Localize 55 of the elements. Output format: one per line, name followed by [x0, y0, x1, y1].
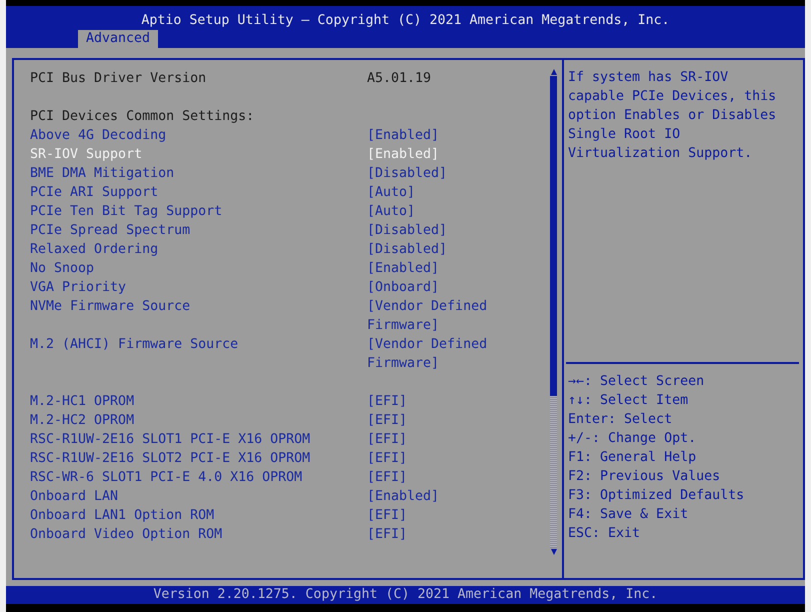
setting-label[interactable]: PCIe Ten Bit Tag Support — [30, 202, 367, 221]
key-hint: F4: Save & Exit — [568, 506, 690, 524]
key-hint: →←: Select Screen — [568, 373, 706, 391]
setting-value[interactable]: [Disabled] — [367, 221, 493, 240]
setting-label[interactable]: Onboard LAN — [30, 487, 367, 506]
setting-label[interactable]: PCIe Spread Spectrum — [30, 221, 367, 240]
version-footer: Version 2.20.1275. Copyright (C) 2021 American Megatrends, Inc. — [6, 586, 805, 612]
setting-label[interactable]: VGA Priority — [30, 278, 367, 297]
key-hint: ESC: Exit — [568, 525, 642, 543]
setting-value[interactable]: [EFI] — [367, 525, 493, 544]
setting-value[interactable]: [Vendor Defined Firmware] — [367, 297, 493, 335]
setting-label[interactable]: M.2-HC1 OPROM — [30, 392, 367, 411]
setting-value[interactable]: [EFI] — [367, 468, 493, 487]
key-hint: F2: Previous Values — [568, 468, 722, 486]
key-hint: +/-: Change Opt. — [568, 430, 698, 448]
setting-label[interactable]: Onboard Video Option ROM — [30, 525, 367, 544]
setting-label[interactable]: Onboard LAN1 Option ROM — [30, 506, 367, 525]
setting-label[interactable]: Relaxed Ordering — [30, 240, 367, 259]
setting-value[interactable]: [Disabled] — [367, 240, 493, 259]
key-hint: F1: General Help — [568, 449, 698, 467]
setting-value[interactable]: [EFI] — [367, 392, 493, 411]
help-text: If system has SR-IOV capable PCIe Devices, this option Enables or Disables Single Root IO Virtualization Support. — [568, 69, 778, 163]
menu-tab[interactable]: Advanced — [78, 30, 158, 48]
setting-label[interactable]: No Snoop — [30, 259, 367, 278]
setting-label[interactable]: SR-IOV Support — [30, 145, 367, 164]
key-hint: Enter: Select — [568, 411, 674, 429]
setting-label[interactable]: RSC-WR-6 SLOT1 PCI-E 4.0 X16 OPROM — [30, 468, 367, 487]
key-hint: ↑↓: Select Item — [568, 392, 690, 410]
info-value: A5.01.19 — [367, 70, 432, 88]
setting-value[interactable]: [EFI] — [367, 449, 493, 468]
section-heading: PCI Devices Common Settings: — [30, 108, 256, 126]
setting-value[interactable]: [Onboard] — [367, 278, 493, 297]
setting-label[interactable]: PCIe ARI Support — [30, 183, 367, 202]
setting-label[interactable]: RSC-R1UW-2E16 SLOT1 PCI-E X16 OPROM — [30, 430, 367, 449]
info-label: PCI Bus Driver Version — [30, 70, 208, 88]
setting-value[interactable]: [Enabled] — [367, 487, 493, 506]
window-title: Aptio Setup Utility – Copyright (C) 2021 American Megatrends, Inc. — [141, 12, 670, 30]
setting-label[interactable]: RSC-R1UW-2E16 SLOT2 PCI-E X16 OPROM — [30, 449, 367, 468]
key-hint: F3: Optimized Defaults — [568, 487, 746, 505]
setting-value[interactable]: [Disabled] — [367, 164, 493, 183]
setting-value[interactable]: [EFI] — [367, 506, 493, 525]
setting-value[interactable]: [Auto] — [367, 183, 493, 202]
setting-value[interactable]: [Enabled] — [367, 259, 493, 278]
setting-value[interactable]: [Vendor Defined Firmware] — [367, 335, 493, 373]
setting-label[interactable]: M.2-HC2 OPROM — [30, 411, 367, 430]
setting-value[interactable]: [Enabled] — [367, 145, 493, 164]
setting-value[interactable]: [EFI] — [367, 411, 493, 430]
setting-value[interactable]: [Auto] — [367, 202, 493, 221]
setting-label[interactable]: M.2 (AHCI) Firmware Source — [30, 335, 367, 373]
setting-value[interactable]: [EFI] — [367, 430, 493, 449]
setting-label[interactable]: NVMe Firmware Source — [30, 297, 367, 335]
setting-label[interactable]: Above 4G Decoding — [30, 126, 367, 145]
setting-value[interactable]: [Enabled] — [367, 126, 493, 145]
setting-label[interactable]: BME DMA Mitigation — [30, 164, 367, 183]
scrollbar[interactable] — [550, 76, 557, 548]
